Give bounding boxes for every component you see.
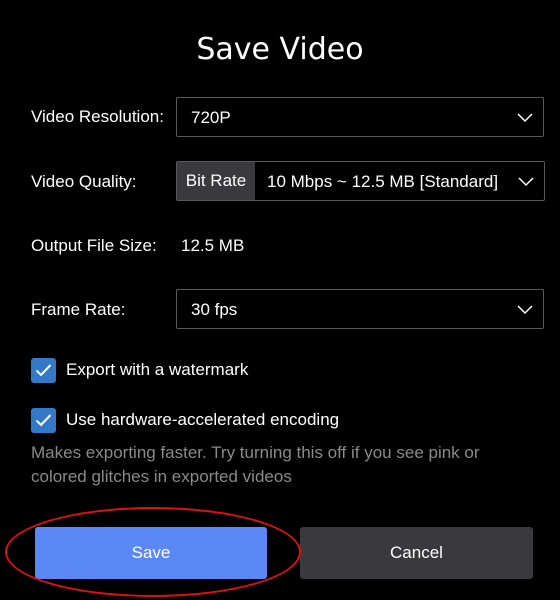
resolution-label: Video Resolution: — [31, 107, 164, 126]
checkmark-icon — [35, 364, 52, 377]
hardware-encoding-label[interactable]: Use hardware-accelerated encoding — [66, 410, 339, 430]
chevron-down-icon — [518, 177, 534, 187]
checkmark-icon — [35, 414, 52, 427]
quality-mode-badge[interactable]: Bit Rate — [177, 162, 255, 200]
frame-rate-value: 30 fps — [191, 300, 238, 319]
frame-rate-select[interactable]: 30 fps — [176, 289, 544, 329]
chevron-down-icon — [517, 113, 533, 123]
save-button[interactable]: Save — [35, 527, 267, 579]
chevron-down-icon — [517, 305, 533, 315]
resolution-value: 720P — [191, 108, 231, 127]
quality-select[interactable]: Bit Rate 10 Mbps ~ 12.5 MB [Standard] — [176, 161, 545, 201]
resolution-select[interactable]: 720P — [176, 97, 544, 137]
cancel-button[interactable]: Cancel — [300, 527, 533, 579]
hardware-encoding-hint: Makes exporting faster. Try turning this… — [31, 443, 480, 486]
hardware-encoding-checkbox[interactable] — [31, 408, 56, 433]
dialog-title: Save Video — [196, 32, 364, 67]
save-video-dialog: Save Video Video Resolution: 720P Video … — [0, 0, 560, 600]
file-size-label: Output File Size: — [31, 236, 157, 255]
watermark-checkbox[interactable] — [31, 358, 56, 383]
watermark-label[interactable]: Export with a watermark — [66, 360, 248, 380]
quality-label: Video Quality: — [31, 172, 137, 191]
quality-value: 10 Mbps ~ 12.5 MB [Standard] — [267, 172, 499, 191]
file-size-value: 12.5 MB — [181, 236, 245, 255]
frame-rate-label: Frame Rate: — [31, 300, 126, 319]
